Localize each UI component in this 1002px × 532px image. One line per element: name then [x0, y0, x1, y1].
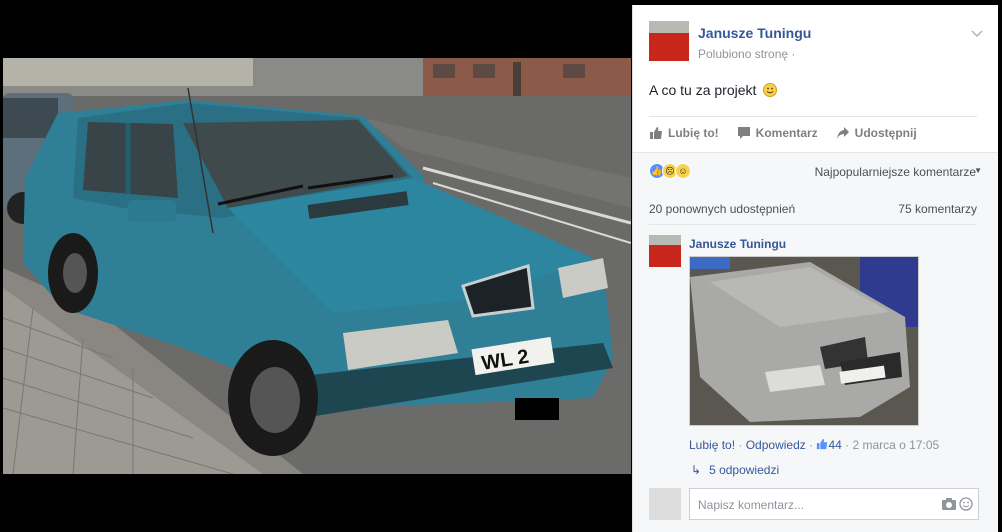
- comment-like-link[interactable]: Lubię to!: [689, 438, 735, 452]
- post-stats: 20 ponownych udostępnień 75 komentarzy: [649, 193, 977, 225]
- like-button-label: Lubię to!: [668, 126, 719, 140]
- camera-icon[interactable]: [942, 498, 956, 510]
- censor-bar: [515, 398, 559, 420]
- comment-input-placeholder: Napisz komentarz...: [698, 498, 805, 512]
- haha-reaction-icon: ☺: [675, 163, 691, 179]
- comment-button[interactable]: Komentarz: [737, 126, 818, 140]
- post-text-content: A co tu za projekt: [649, 82, 757, 98]
- reply-arrow-icon: ↳: [691, 463, 702, 477]
- comment-timestamp[interactable]: · 2 marca o 17:05: [842, 438, 939, 452]
- photo-pane: WL 2: [0, 0, 632, 532]
- meta-separator: ·: [805, 438, 817, 452]
- comment-meta: Lubię to! · Odpowiedz · 44 · 2 marca o 1…: [689, 438, 939, 452]
- page-avatar[interactable]: [649, 21, 689, 61]
- like-button[interactable]: Lubię to!: [649, 126, 719, 140]
- post-header: Janusze Tuningu Polubiono stronę ·: [649, 21, 989, 61]
- post-side-panel: Janusze Tuningu Polubiono stronę · A co …: [632, 5, 998, 532]
- shares-count-link[interactable]: 20 ponownych udostępnień: [649, 202, 795, 216]
- comments-area: 👍 ☹ ☺ Najpopularniejsze komentarze ▼ 20 …: [633, 152, 998, 532]
- likes-number: 44: [828, 438, 842, 452]
- comments-count[interactable]: 75 komentarzy: [898, 202, 977, 216]
- comment-attached-photo[interactable]: [689, 256, 919, 426]
- comment-button-label: Komentarz: [755, 126, 818, 140]
- page-name-link[interactable]: Janusze Tuningu: [698, 25, 811, 41]
- smile-emoji-icon: [763, 83, 778, 97]
- reactions-summary[interactable]: 👍 ☹ ☺: [649, 163, 691, 179]
- meta-separator: ·: [735, 438, 746, 452]
- comment-composer: Napisz komentarz...: [649, 488, 989, 524]
- replies-label: 5 odpowiedzi: [709, 463, 780, 477]
- share-arrow-icon: [836, 127, 849, 139]
- user-avatar: [649, 488, 681, 520]
- commenter-avatar[interactable]: [649, 235, 681, 267]
- post-action-bar: Lubię to! Komentarz Udostępnij: [649, 116, 977, 149]
- commenter-name-link[interactable]: Janusze Tuningu: [689, 237, 786, 251]
- emoji-picker-icon[interactable]: [959, 497, 973, 511]
- post-text: A co tu za projekt: [649, 82, 778, 98]
- facebook-photo-viewer: WL 2 Janusze Tuningu Polubiono stronę · …: [0, 0, 1002, 532]
- thumbs-up-icon: [817, 438, 828, 450]
- comment-reply-link[interactable]: Odpowiedz: [746, 438, 806, 452]
- view-replies-link[interactable]: ↳ 5 odpowiedzi: [691, 463, 779, 477]
- comment-input[interactable]: Napisz komentarz...: [689, 488, 979, 520]
- liked-page-status: Polubiono stronę ·: [698, 47, 796, 61]
- comment-sort-dropdown[interactable]: Najpopularniejsze komentarze: [815, 165, 976, 179]
- thumbs-up-icon: [650, 127, 662, 139]
- comment-icon: [737, 127, 750, 139]
- chevron-down-icon[interactable]: [971, 27, 983, 41]
- comment-likes-count[interactable]: 44: [816, 438, 842, 452]
- main-photo[interactable]: WL 2: [3, 58, 631, 474]
- sort-caret-icon[interactable]: ▼: [974, 166, 982, 175]
- share-button-label: Udostępnij: [854, 126, 917, 140]
- share-button[interactable]: Udostępnij: [836, 126, 917, 140]
